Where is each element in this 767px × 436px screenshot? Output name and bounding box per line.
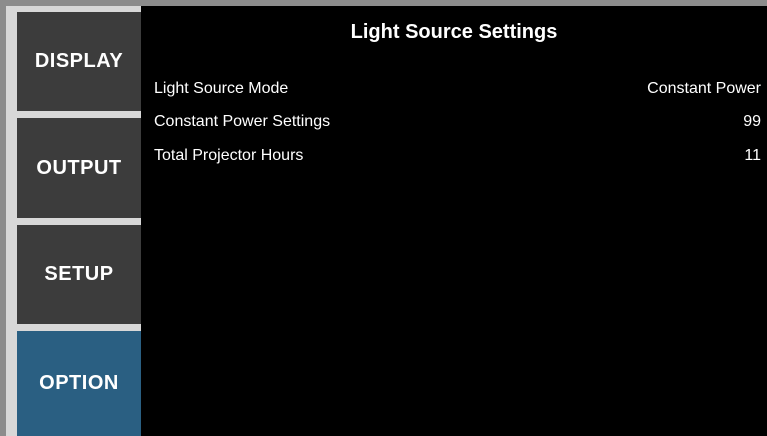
page-title: Light Source Settings [350, 21, 558, 43]
setting-row-constant-power-settings[interactable]: Constant Power Settings 99 [154, 110, 761, 134]
sidebar-item-setup[interactable]: SETUP [17, 225, 141, 324]
settings-panel: Light Source Settings Light Source Mode … [141, 6, 767, 436]
setting-value: Constant Power [647, 80, 761, 97]
sidebar-menu: DISPLAY OUTPUT SETUP OPTION [6, 6, 141, 436]
sidebar-item-output[interactable]: OUTPUT [17, 118, 141, 218]
setting-row-total-projector-hours[interactable]: Total Projector Hours 11 [154, 144, 761, 168]
setting-label: Constant Power Settings [154, 113, 331, 130]
setting-label: Light Source Mode [154, 80, 289, 97]
setting-row-light-source-mode[interactable]: Light Source Mode Constant Power [154, 77, 761, 101]
sidebar-item-display[interactable]: DISPLAY [17, 12, 141, 111]
setting-value: 11 [744, 147, 761, 164]
sidebar-item-option[interactable]: OPTION [17, 331, 141, 436]
setting-label: Total Projector Hours [154, 147, 304, 164]
setting-value: 99 [743, 113, 761, 130]
